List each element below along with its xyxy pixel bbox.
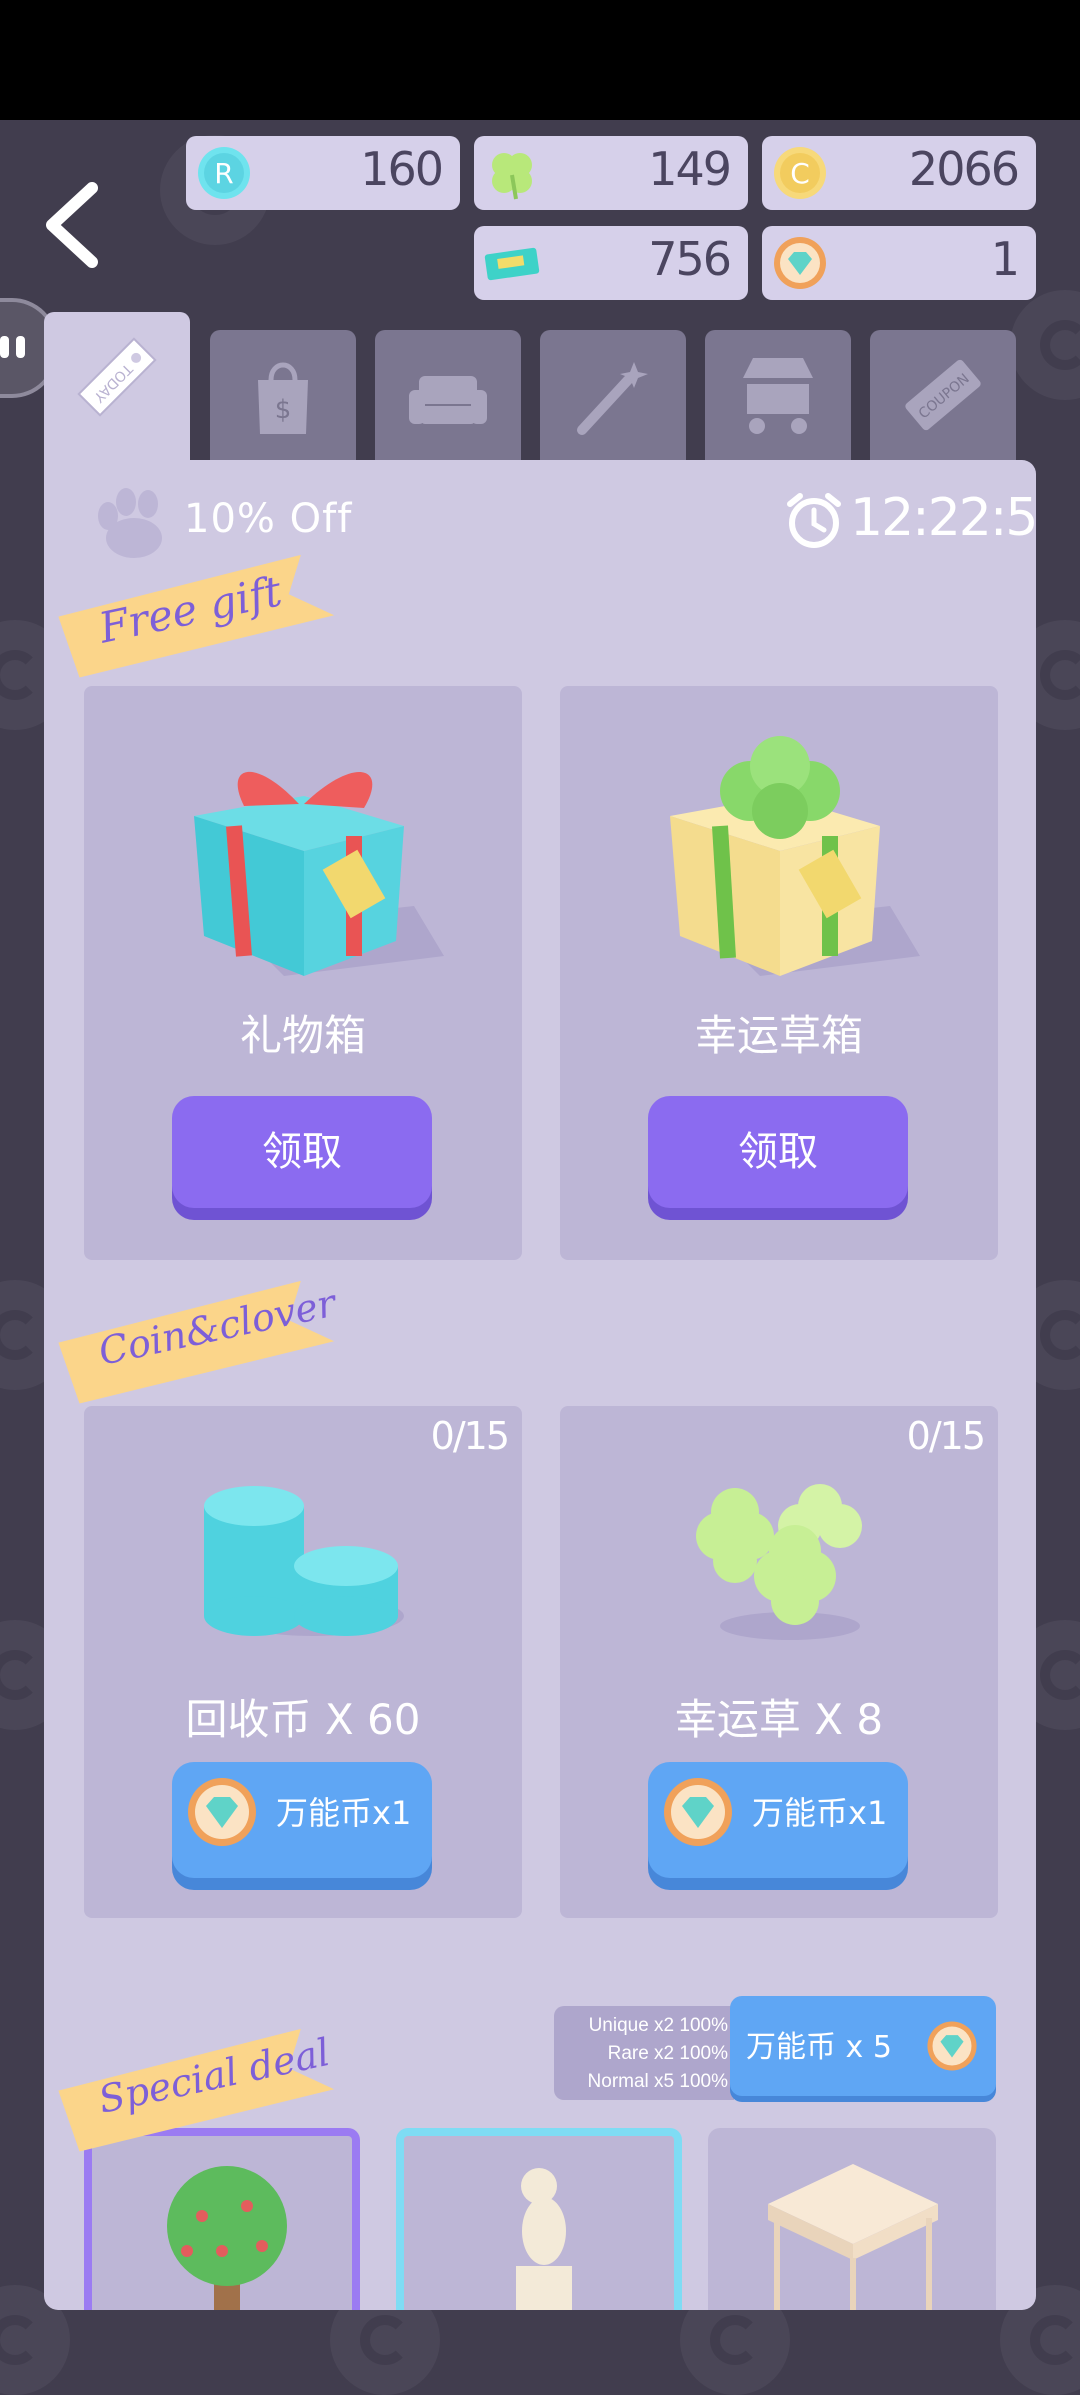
tab-magic[interactable] [540,330,686,460]
gold-coin-icon: C [774,147,826,199]
svg-text:C: C [790,157,810,190]
ticket-icon [484,247,540,281]
background-coin-icon [1010,290,1080,400]
chevron-left-icon [46,182,98,268]
special-deal-price: 万能币 x 5 [746,2030,892,2065]
diamond-coin-icon [664,1778,732,1846]
svg-text:$: $ [275,395,292,425]
deal-item-table[interactable] [708,2128,996,2310]
shopping-bag-icon: $ [258,362,308,434]
recycle-coin-card: 0/15 回收币 X 60 万能币x1 [84,1406,522,1918]
sofa-icon [409,376,487,424]
drop-odds-box: Unique x2 100% Rare x2 100% Normal x5 10… [554,2006,734,2100]
purchase-progress: 0/15 [430,1414,510,1458]
tab-stall[interactable] [705,330,851,460]
tab-coupon[interactable]: COUPON [870,330,1016,460]
universal-coin-value: 1 [990,232,1020,286]
recycle-coin-value: 160 [360,142,444,196]
buy-recycle-coin-button[interactable]: 万能币x1 [172,1762,432,1878]
odds-normal: Normal x5 100% [587,2071,728,2092]
coin-clover-ribbon: Coin&clover [56,1277,339,1406]
discount-label: 10% Off [184,496,353,542]
gold-coin-counter[interactable]: C 2066 [762,136,1036,210]
paw-icon [98,488,162,558]
clover-icon [492,153,532,200]
claim-button-label: 领取 [738,1129,818,1175]
clover-box-card: 幸运草箱 领取 [560,686,998,1260]
status-bar [0,0,1080,120]
clover-box-icon [670,736,920,976]
coin-stack-icon [204,1486,404,1636]
clover-reward: 幸运草 X 8 [674,1695,884,1744]
gift-box-icon [194,771,444,976]
deal-item-tree[interactable] [84,2128,360,2310]
ticket-value: 756 [648,232,732,286]
clover-value: 149 [648,142,732,196]
claim-clover-box-button[interactable]: 领取 [648,1096,908,1208]
deal-item-statue[interactable] [396,2128,682,2310]
market-stall-icon [743,358,813,434]
price-label: 万能币x1 [752,1794,888,1832]
back-button[interactable] [30,170,120,290]
claim-gift-box-button[interactable]: 领取 [172,1096,432,1208]
odds-unique: Unique x2 100% [588,2015,728,2036]
tab-today[interactable]: TODAY [44,312,190,460]
free-gift-ribbon: Free gift [56,551,335,680]
recycle-coin-reward: 回收币 X 60 [185,1695,421,1744]
diamond-coin-icon [188,1778,256,1846]
dog-statue-icon [516,2168,572,2310]
gift-box-card: 礼物箱 领取 [84,686,522,1260]
diamond-coin-icon [927,2021,977,2071]
purchase-progress: 0/15 [906,1414,986,1458]
coupon-icon: COUPON [905,359,981,431]
odds-rare: Rare x2 100% [607,2043,728,2064]
clover-box-title: 幸运草箱 [694,1011,863,1060]
price-label: 万能币x1 [276,1794,412,1832]
universal-coin-counter[interactable]: 1 [762,226,1036,300]
price-tag-icon: TODAY [77,337,157,417]
svg-text:R: R [214,157,233,190]
countdown-timer: 12:22:58 [850,488,1036,548]
fruit-tree-icon [167,2166,287,2310]
recycle-coin-icon: R [198,147,250,199]
ticket-counter[interactable]: 756 [474,226,748,300]
clover-leaves-icon [696,1484,862,1640]
tab-shop[interactable]: $ [210,330,356,460]
table-icon [768,2164,938,2310]
clover-reward-card: 0/15 幸运草 X 8 万能币x1 [560,1406,998,1918]
magic-wand-icon [577,362,648,435]
claim-button-label: 领取 [262,1129,342,1175]
clover-counter[interactable]: 149 [474,136,748,210]
special-deal-buy-button[interactable]: 万能币 x 5 [730,1996,996,2096]
gold-coin-value: 2066 [908,142,1020,196]
diamond-coin-icon [774,237,826,289]
today-panel: 10% Off 12:22:58 礼物箱 领取 [44,460,1036,2310]
alarm-clock-icon [787,493,841,548]
buy-clover-button[interactable]: 万能币x1 [648,1762,908,1878]
gift-box-title: 礼物箱 [239,1011,366,1060]
tab-furniture[interactable] [375,330,521,460]
recycle-coin-counter[interactable]: R 160 [186,136,460,210]
